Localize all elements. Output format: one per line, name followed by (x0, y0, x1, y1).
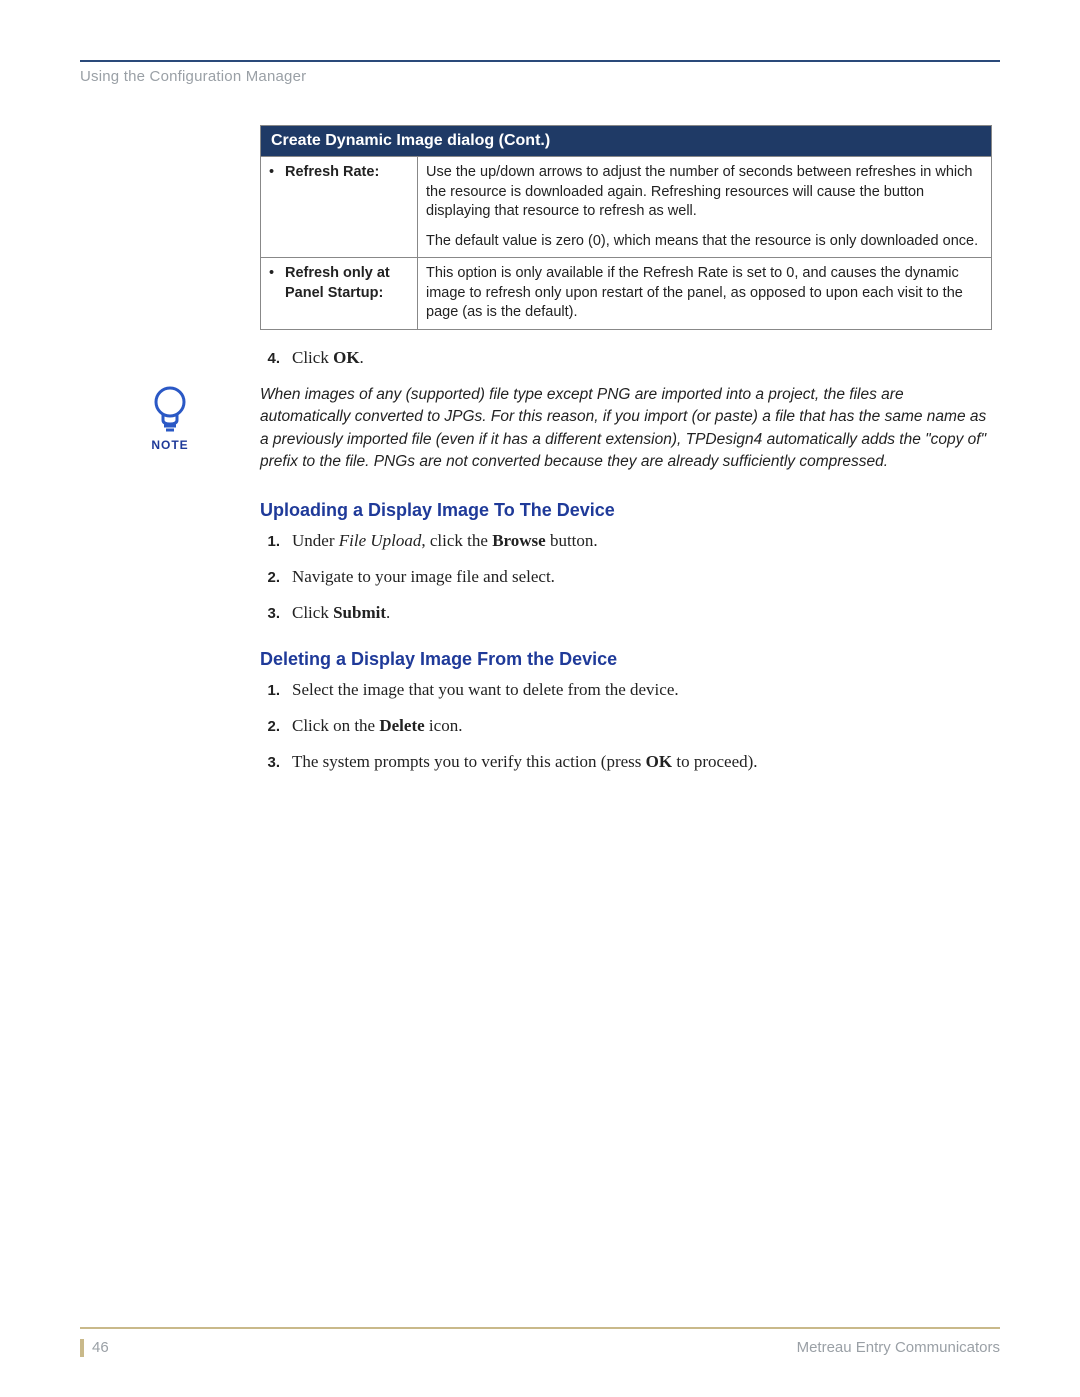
step-text-part: , click the (421, 531, 492, 550)
step-item: 1. Under File Upload, click the Browse bu… (260, 531, 992, 551)
lightbulb-icon (148, 384, 192, 434)
row-label-cell: • Refresh Rate: (261, 157, 418, 258)
bullet-icon: • (269, 264, 279, 303)
step-text-part: Browse (492, 531, 546, 550)
step-item: 3. The system prompts you to verify this … (260, 752, 992, 772)
step-text: Click on the Delete icon. (292, 716, 462, 736)
step-text-part: Under (292, 531, 339, 550)
step-item: 4. Click OK. (260, 348, 992, 368)
step-number: 2. (260, 718, 280, 735)
step-item: 1. Select the image that you want to dele… (260, 680, 992, 700)
section-heading-upload: Uploading a Display Image To The Device (260, 500, 992, 521)
row-desc-cell: Use the up/down arrows to adjust the num… (418, 157, 992, 258)
step-text-part: Navigate to your image file and select. (292, 567, 555, 586)
step-text: The system prompts you to verify this ac… (292, 752, 758, 772)
step-list: 4. Click OK. (260, 348, 992, 368)
step-text-part: icon. (425, 716, 463, 735)
step-text-part: Click on the (292, 716, 379, 735)
step-item: 3. Click Submit. (260, 603, 992, 623)
step-number: 3. (260, 605, 280, 622)
row-label: Refresh Rate: (285, 163, 379, 183)
note-icon-block: NOTE (140, 384, 200, 452)
top-rule (80, 60, 1000, 62)
bullet-icon: • (269, 163, 279, 183)
note-block: NOTE When images of any (supported) file… (260, 384, 992, 474)
step-text: Click Submit. (292, 603, 390, 623)
book-title: Metreau Entry Communicators (797, 1339, 1000, 1356)
step-text: Select the image that you want to delete… (292, 680, 679, 700)
delete-steps: 1. Select the image that you want to dele… (260, 680, 992, 772)
row-label-cell: • Refresh only at Panel Startup: (261, 258, 418, 330)
step-number: 4. (260, 350, 280, 367)
table-row: • Refresh Rate: Use the up/down arrows t… (261, 157, 992, 258)
step-text-part: Delete (379, 716, 424, 735)
step-text-part: Submit (333, 603, 386, 622)
upload-steps: 1. Under File Upload, click the Browse bu… (260, 531, 992, 623)
section-heading-delete: Deleting a Display Image From the Device (260, 649, 992, 670)
step-text-part: to proceed). (672, 752, 757, 771)
running-head: Using the Configuration Manager (80, 68, 1000, 85)
step-text-part: Select the image that you want to delete… (292, 680, 679, 699)
step-text-part: The system prompts you to verify this ac… (292, 752, 646, 771)
dialog-table: Create Dynamic Image dialog (Cont.) • Re… (260, 125, 992, 330)
step-text-part: Click (292, 603, 333, 622)
step-text-part: . (386, 603, 390, 622)
step-text-part: Click (292, 348, 333, 367)
step-text: Under File Upload, click the Browse butt… (292, 531, 598, 551)
page: Using the Configuration Manager Create D… (0, 0, 1080, 1397)
step-item: 2. Navigate to your image file and select… (260, 567, 992, 587)
page-number-value: 46 (92, 1339, 109, 1356)
step-number: 1. (260, 533, 280, 550)
row-label: Refresh only at Panel Startup: (285, 264, 409, 303)
step-text-part: . (360, 348, 364, 367)
note-label: NOTE (140, 438, 200, 452)
step-item: 2. Click on the Delete icon. (260, 716, 992, 736)
row-desc-p1: This option is only available if the Ref… (426, 264, 983, 323)
row-desc-cell: This option is only available if the Ref… (418, 258, 992, 330)
step-text-part: button. (546, 531, 598, 550)
note-text: When images of any (supported) file type… (260, 384, 992, 474)
step-text: Click OK. (292, 348, 364, 368)
table-title: Create Dynamic Image dialog (Cont.) (261, 126, 992, 157)
row-desc-p1: Use the up/down arrows to adjust the num… (426, 163, 983, 222)
step-number: 2. (260, 569, 280, 586)
step-text-part: OK (646, 752, 672, 771)
table-row: • Refresh only at Panel Startup: This op… (261, 258, 992, 330)
step-text-bold: OK (333, 348, 359, 367)
footer: 46 Metreau Entry Communicators (80, 1327, 1000, 1357)
content-area: Create Dynamic Image dialog (Cont.) • Re… (260, 125, 992, 772)
step-number: 1. (260, 682, 280, 699)
step-text-part: File Upload (339, 531, 422, 550)
row-desc-p2: The default value is zero (0), which mea… (426, 232, 983, 252)
step-text: Navigate to your image file and select. (292, 567, 555, 587)
page-number: 46 (80, 1339, 109, 1357)
step-number: 3. (260, 754, 280, 771)
